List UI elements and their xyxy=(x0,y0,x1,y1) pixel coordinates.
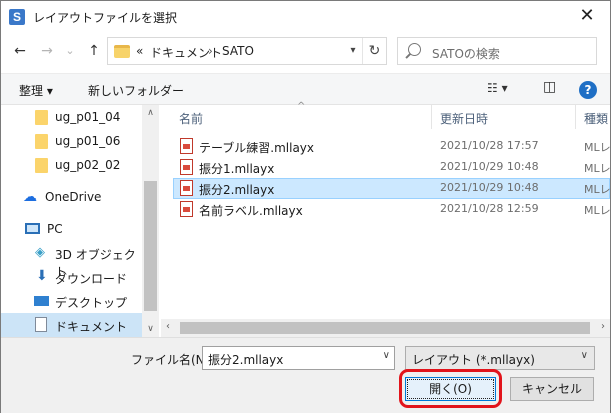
nav-item-downloads[interactable]: ⬇ ダウンロード xyxy=(1,265,142,289)
address-bar[interactable]: « ドキュメント › SATO ▾ ↻ xyxy=(107,37,387,65)
file-date: 2021/10/28 12:59 xyxy=(440,202,539,215)
horizontal-scrollbar[interactable]: ‹ › xyxy=(161,319,610,337)
callout-highlight xyxy=(399,369,502,408)
file-row[interactable]: 振分1.mllayx 2021/10/29 10:48 MLレ xyxy=(173,157,611,178)
sato-app-icon: S xyxy=(9,9,25,25)
file-list: ^ 名前 更新日時 種類 テーブル練習.mllayx 2021/10/28 17… xyxy=(161,101,611,337)
forward-arrow-icon[interactable]: → xyxy=(38,41,56,61)
layout-file-icon xyxy=(180,159,193,175)
folder-icon xyxy=(35,158,48,173)
search-icon xyxy=(408,43,421,56)
scroll-left-icon[interactable]: ‹ xyxy=(166,321,170,332)
file-row[interactable]: 名前ラベル.mllayx 2021/10/28 12:59 MLレ xyxy=(173,199,611,220)
column-header-type[interactable]: 種類 xyxy=(584,110,608,134)
folder-icon xyxy=(114,45,130,58)
folder-icon xyxy=(35,134,48,149)
cancel-button[interactable]: キャンセル xyxy=(510,377,594,401)
navigation-pane: ug_p01_04 ug_p01_06 ug_p02_02 ☁ OneDrive… xyxy=(1,105,159,337)
computer-icon xyxy=(25,223,40,234)
search-placeholder: SATOの検索 xyxy=(432,47,500,61)
cube-icon: ◈ xyxy=(35,245,45,260)
file-date: 2021/10/29 10:48 xyxy=(440,160,539,173)
title-bar: S レイアウトファイルを選択 ✕ xyxy=(1,1,610,32)
scrollbar-thumb[interactable] xyxy=(144,181,157,311)
nav-item-label: ug_p01_06 xyxy=(55,134,121,148)
file-date: 2021/10/28 17:57 xyxy=(440,139,539,152)
recent-locations-icon[interactable]: ⌄ xyxy=(61,41,79,61)
column-divider xyxy=(431,105,432,129)
file-dialog: S レイアウトファイルを選択 ✕ ← → ⌄ ↑ « ドキュメント › SATO… xyxy=(0,0,611,413)
back-arrow-icon[interactable]: ← xyxy=(11,41,29,61)
nav-item-label: ug_p02_02 xyxy=(55,158,121,172)
download-arrow-icon: ⬇ xyxy=(36,268,48,284)
nav-scrollbar[interactable]: ∧ ∨ xyxy=(142,105,159,337)
file-type: MLレ xyxy=(584,162,611,175)
breadcrumb-overflow[interactable]: « xyxy=(136,44,143,58)
column-divider xyxy=(575,105,576,129)
breadcrumb-separator: › xyxy=(208,44,213,58)
file-type: MLレ xyxy=(584,141,611,154)
sort-ascending-icon: ^ xyxy=(297,101,306,112)
chevron-down-icon[interactable]: ∨ xyxy=(383,350,390,361)
up-folder-icon[interactable]: ↑ xyxy=(85,41,103,61)
nav-item-3d-objects[interactable]: ◈ 3D オブジェクト xyxy=(1,241,142,279)
address-row: ← → ⌄ ↑ « ドキュメント › SATO ▾ ↻ SATOの検索 xyxy=(1,35,610,67)
scroll-up-icon[interactable]: ∧ xyxy=(142,105,159,121)
chevron-down-icon[interactable]: ▾ xyxy=(344,38,362,64)
nav-item-label: デスクトップ xyxy=(55,296,128,310)
refresh-icon[interactable]: ↻ xyxy=(362,38,386,64)
file-name: 振分2.mllayx xyxy=(199,183,275,197)
column-header-name[interactable]: 名前 xyxy=(179,110,203,134)
search-box[interactable]: SATOの検索 xyxy=(397,37,597,65)
close-icon[interactable]: ✕ xyxy=(572,4,602,28)
scrollbar-thumb[interactable] xyxy=(180,322,590,334)
filetype-select[interactable]: レイアウト (*.mllayx) ∨ xyxy=(405,346,595,370)
nav-item-label: ug_p01_04 xyxy=(55,110,121,124)
layout-file-icon xyxy=(180,138,193,154)
nav-item-documents[interactable]: ドキュメント xyxy=(1,313,142,337)
nav-item-label: PC xyxy=(47,222,63,236)
nav-item-label: ドキュメント xyxy=(55,320,128,334)
file-row[interactable]: テーブル練習.mllayx 2021/10/28 17:57 MLレ xyxy=(173,136,611,157)
nav-item-pc[interactable]: PC xyxy=(1,217,142,241)
layout-file-icon xyxy=(180,180,193,196)
document-icon xyxy=(35,317,47,332)
file-type: MLレ xyxy=(584,183,611,196)
nav-item-ug-p01-06[interactable]: ug_p01_06 xyxy=(1,129,142,153)
file-date: 2021/10/29 10:48 xyxy=(440,181,539,194)
window-title: レイアウトファイルを選択 xyxy=(33,11,178,25)
nav-item-label: OneDrive xyxy=(45,190,102,204)
filename-field[interactable]: 振分2.mllayx ∨ xyxy=(202,346,395,370)
file-name: 名前ラベル.mllayx xyxy=(199,204,303,218)
command-bar: 整理 ▾ 新しいフォルダー ☷ ▾ ◫ ? xyxy=(1,73,610,105)
new-folder-button[interactable]: 新しいフォルダー xyxy=(88,82,184,99)
help-icon[interactable]: ? xyxy=(579,81,597,99)
file-type: MLレ xyxy=(584,204,611,217)
filetype-value: レイアウト (*.mllayx) xyxy=(412,353,535,367)
nav-item-ug-p02-02[interactable]: ug_p02_02 xyxy=(1,153,142,177)
filename-value: 振分2.mllayx xyxy=(208,353,284,367)
nav-item-desktop[interactable]: デスクトップ xyxy=(1,289,142,313)
scroll-down-icon[interactable]: ∨ xyxy=(142,321,159,337)
nav-item-label: ダウンロード xyxy=(55,272,128,286)
file-name: 振分1.mllayx xyxy=(199,162,275,176)
scroll-right-icon[interactable]: › xyxy=(601,321,605,332)
chevron-down-icon[interactable]: ∨ xyxy=(581,350,588,361)
cloud-icon: ☁ xyxy=(23,189,37,205)
file-row-selected[interactable]: 振分2.mllayx 2021/10/29 10:48 MLレ xyxy=(173,178,611,199)
organize-button[interactable]: 整理 ▾ xyxy=(19,82,53,99)
nav-item-ug-p01-04[interactable]: ug_p01_04 xyxy=(1,105,142,129)
layout-file-icon xyxy=(180,201,193,217)
view-options-icon[interactable]: ☷ ▾ xyxy=(487,81,508,95)
nav-item-onedrive[interactable]: ☁ OneDrive xyxy=(1,185,142,209)
file-name: テーブル練習.mllayx xyxy=(199,141,315,155)
folder-icon xyxy=(35,110,48,125)
desktop-icon xyxy=(34,296,49,306)
preview-pane-icon[interactable]: ◫ xyxy=(543,79,556,95)
dialog-footer: ファイル名(N): 振分2.mllayx ∨ レイアウト (*.mllayx) … xyxy=(1,337,610,413)
column-header-date[interactable]: 更新日時 xyxy=(440,110,488,134)
breadcrumb-sato[interactable]: SATO xyxy=(222,44,254,58)
